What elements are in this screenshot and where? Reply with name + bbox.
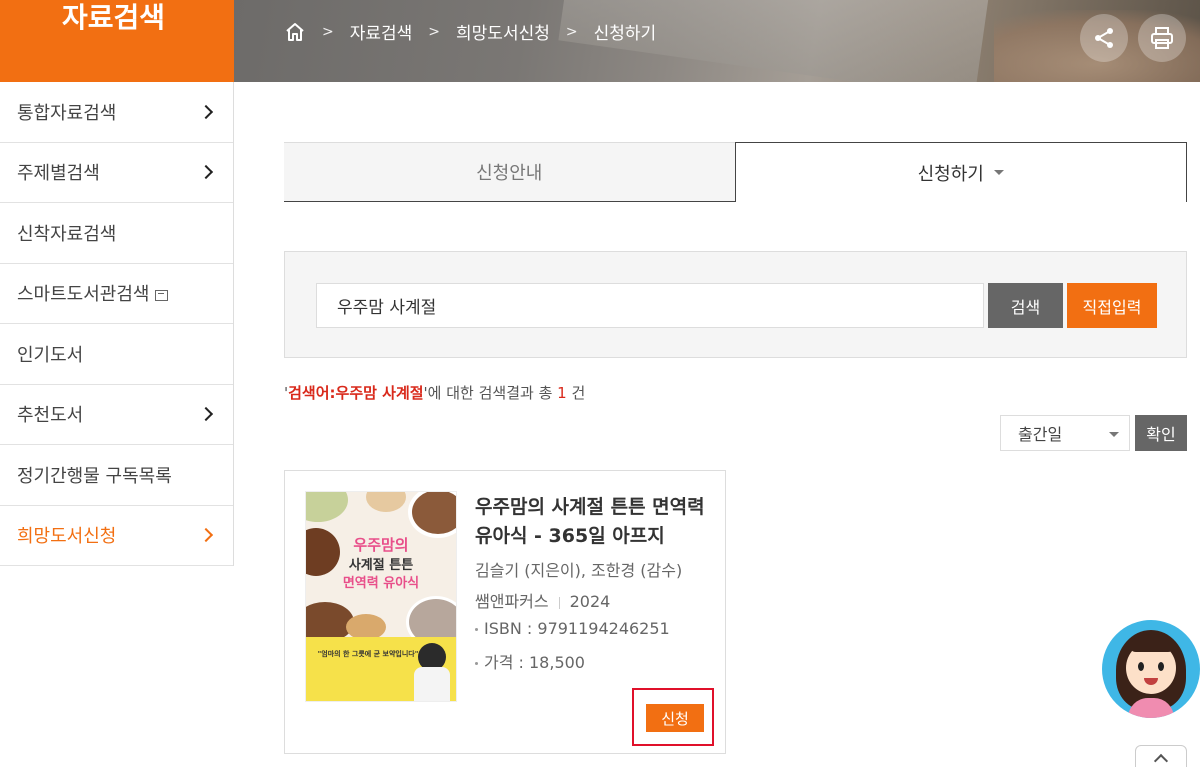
cover-title-line: 우주맘의 xyxy=(353,536,409,554)
sidebar-item-wish-book-request[interactable]: 희망도서신청 xyxy=(0,506,233,566)
home-icon[interactable] xyxy=(284,21,306,43)
sidebar-item-label: 통합자료검색 xyxy=(17,102,117,124)
result-suffix: 에 대한 검색결과 총 xyxy=(427,384,553,402)
book-authors: 김슬기 (지은이), 조한경 (감수) xyxy=(475,561,683,580)
sidebar-item-subject-search[interactable]: 주제별검색 xyxy=(0,143,233,203)
caret-down-icon xyxy=(993,170,1004,175)
share-button[interactable] xyxy=(1080,14,1128,62)
result-count: 1 xyxy=(557,384,567,402)
sort-select[interactable]: 출간일 xyxy=(1000,415,1130,451)
tab-bar: 신청안내 신청하기 xyxy=(284,142,1187,202)
page: 자료검색 > 자료검색 > 희망도서신청 > 신청하기 통합자료검색 주제별검색… xyxy=(0,0,1200,767)
book-isbn: ISBN : 9791194246251 xyxy=(484,619,670,638)
manual-input-button[interactable]: 직접입력 xyxy=(1067,283,1157,328)
caret-down-icon xyxy=(1109,432,1119,437)
sort-selected-value: 출간일 xyxy=(1018,425,1063,444)
tab-label: 신청하기 xyxy=(917,163,984,185)
sidebar-item-periodicals[interactable]: 정기간행물 구독목록 xyxy=(0,445,233,506)
book-publisher: 쌤앤파커스 xyxy=(475,592,549,611)
tab-label: 신청안내 xyxy=(476,163,543,184)
scroll-to-top-button[interactable] xyxy=(1135,745,1187,767)
sidebar-item-label: 주제별검색 xyxy=(17,163,100,185)
section-title: 자료검색 xyxy=(0,0,234,82)
search-input[interactable] xyxy=(316,283,984,328)
apply-button-highlight: 신청 xyxy=(632,688,714,746)
chevron-right-icon xyxy=(198,165,214,180)
breadcrumb: > 자료검색 > 희망도서신청 > 신청하기 xyxy=(284,19,656,44)
sidebar-item-popular-books[interactable]: 인기도서 xyxy=(0,324,233,385)
result-unit: 건 xyxy=(571,384,586,402)
print-button[interactable] xyxy=(1138,14,1186,62)
sidebar-item-label: 신착자료검색 xyxy=(17,223,117,245)
chatbot-mascot-avatar[interactable] xyxy=(1102,620,1200,718)
search-button[interactable]: 검색 xyxy=(988,283,1063,328)
book-price: 가격 : 18,500 xyxy=(484,653,585,672)
book-price-line: 가격 : 18,500 xyxy=(475,649,585,673)
chevron-right-icon xyxy=(198,528,214,543)
book-publisher-line: 쌤앤파커스 2024 xyxy=(475,588,610,612)
sidebar-item-label: 정기간행물 구독목록 xyxy=(17,465,172,487)
result-keyword: 검색어:우주맘 사계절 xyxy=(288,384,424,402)
sidebar: 통합자료검색 주제별검색 신착자료검색 스마트도서관검색 인기도서 추천도서 정… xyxy=(0,82,234,566)
result-summary: '검색어:우주맘 사계절'에 대한 검색결과 총 1 건 xyxy=(284,384,586,402)
apply-button[interactable]: 신청 xyxy=(646,704,704,732)
sidebar-item-label: 스마트도서관검색 xyxy=(17,284,150,306)
sidebar-item-recommended-books[interactable]: 추천도서 xyxy=(0,385,233,445)
tab-request[interactable]: 신청하기 xyxy=(734,142,1187,202)
breadcrumb-item[interactable]: 희망도서신청 xyxy=(456,19,550,44)
chevron-right-icon: > xyxy=(322,23,334,40)
chevron-right-icon xyxy=(198,407,214,422)
sidebar-item-integrated-search[interactable]: 통합자료검색 xyxy=(0,82,233,143)
book-card: 우주맘의 사계절 튼튼 면역력 유아식 "엄마의 한 그릇에 균 보약입니다" … xyxy=(284,470,726,754)
book-title[interactable]: 우주맘의 사계절 튼튼 면역력 유아식 - 365일 아프지 xyxy=(475,493,705,551)
cover-band: "엄마의 한 그릇에 균 보약입니다" xyxy=(306,637,456,701)
sidebar-item-new-arrivals[interactable]: 신착자료검색 xyxy=(0,203,233,264)
cover-title-line: 사계절 튼튼 xyxy=(348,558,414,573)
cover-quote: "엄마의 한 그릇에 균 보약입니다" xyxy=(317,650,419,658)
sidebar-item-smart-library[interactable]: 스마트도서관검색 xyxy=(0,264,233,324)
search-panel: 검색 직접입력 xyxy=(284,251,1187,358)
sidebar-item-label: 인기도서 xyxy=(17,344,84,366)
breadcrumb-item-current: 신청하기 xyxy=(593,24,657,44)
print-icon xyxy=(1151,27,1173,49)
tab-request-guide[interactable]: 신청안내 xyxy=(284,142,735,202)
chevron-right-icon: > xyxy=(565,23,578,40)
sidebar-item-label: 희망도서신청 xyxy=(17,526,117,548)
sidebar-item-label: 추천도서 xyxy=(17,405,84,427)
sort-confirm-button[interactable]: 확인 xyxy=(1135,415,1187,451)
header-banner: > 자료검색 > 희망도서신청 > 신청하기 xyxy=(234,0,1200,82)
new-window-icon xyxy=(155,289,169,301)
chevron-up-icon xyxy=(1153,753,1169,767)
chevron-right-icon xyxy=(198,104,214,119)
book-isbn-line: ISBN : 9791194246251 xyxy=(475,619,670,638)
book-year: 2024 xyxy=(569,592,611,611)
chevron-right-icon: > xyxy=(428,23,441,40)
breadcrumb-item[interactable]: 자료검색 xyxy=(350,19,413,44)
cover-title-line: 면역력 유아식 xyxy=(342,576,420,591)
book-cover-image[interactable]: 우주맘의 사계절 튼튼 면역력 유아식 "엄마의 한 그릇에 균 보약입니다" xyxy=(305,491,457,702)
share-icon xyxy=(1095,28,1113,48)
